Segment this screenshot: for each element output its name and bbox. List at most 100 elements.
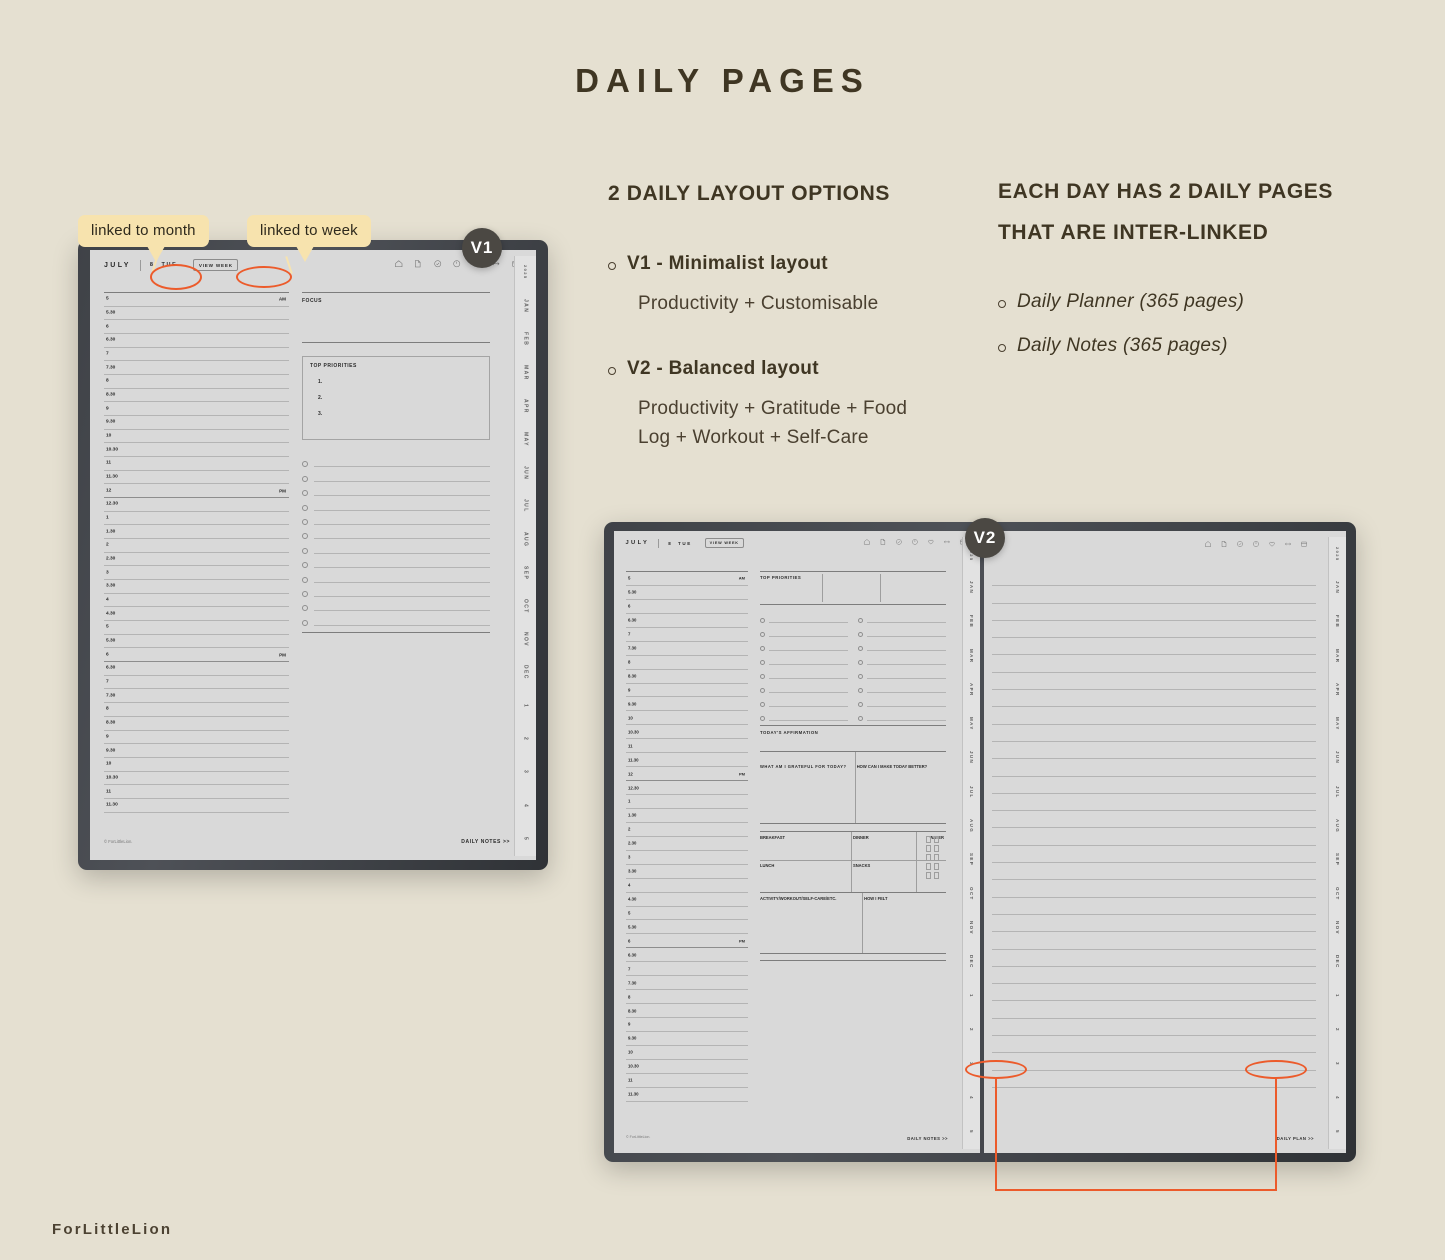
task-row[interactable]: [302, 597, 490, 612]
task-row[interactable]: [302, 611, 490, 626]
checkbox-icon[interactable]: [302, 619, 308, 626]
checkbox-icon[interactable]: [302, 547, 308, 554]
arrows-icon[interactable]: [943, 538, 951, 546]
water-tracker[interactable]: [918, 834, 946, 879]
note-line[interactable]: [992, 1019, 1316, 1037]
task-row[interactable]: [760, 665, 848, 679]
water-checkbox-icon[interactable]: [925, 872, 931, 879]
v1-side-month-tabs[interactable]: 2025 JAN FEB MAR APR MAY JUN JUL AUG SEP OCT NOV DEC…: [514, 256, 536, 856]
time-row[interactable]: 10.30: [104, 443, 289, 458]
task-row[interactable]: [302, 511, 490, 525]
clock-icon[interactable]: [452, 259, 462, 269]
month-tab-jul[interactable]: JUL: [1335, 775, 1340, 809]
note-line[interactable]: [992, 967, 1316, 985]
time-row[interactable]: 10: [104, 430, 289, 444]
task-row[interactable]: [858, 637, 946, 651]
task-row[interactable]: [760, 609, 848, 623]
time-row[interactable]: 4.30: [626, 893, 748, 907]
month-tab-5[interactable]: 5: [1335, 1115, 1340, 1149]
time-row[interactable]: 10.30: [104, 772, 289, 786]
checkbox-icon[interactable]: [858, 646, 863, 651]
month-tab-3[interactable]: 3: [1335, 1047, 1340, 1081]
note-line[interactable]: [992, 880, 1316, 898]
note-line[interactable]: [992, 586, 1316, 604]
task-row[interactable]: [760, 651, 848, 665]
time-row[interactable]: 4.30: [104, 607, 289, 622]
task-row[interactable]: [302, 467, 490, 482]
time-row[interactable]: 11: [104, 785, 289, 799]
note-line[interactable]: [992, 984, 1316, 1002]
task-row[interactable]: [302, 583, 490, 597]
time-row[interactable]: 11: [626, 739, 748, 754]
month-tab-2[interactable]: 2: [969, 1013, 974, 1047]
checkbox-icon[interactable]: [302, 590, 308, 597]
time-row[interactable]: 8.30: [104, 717, 289, 731]
time-row[interactable]: 2: [626, 823, 748, 837]
note-line[interactable]: [992, 759, 1316, 777]
time-row[interactable]: 2.30: [626, 837, 748, 851]
month-tab-jan[interactable]: JAN: [969, 571, 974, 605]
month-tab-aug[interactable]: AUG: [969, 809, 974, 843]
note-line[interactable]: [992, 742, 1316, 760]
month-tab-mar[interactable]: MAR: [523, 356, 529, 389]
checkbox-icon[interactable]: [760, 632, 765, 637]
page-icon[interactable]: [879, 538, 887, 546]
note-line[interactable]: [992, 828, 1316, 846]
task-row[interactable]: [302, 539, 490, 554]
water-checkbox-icon[interactable]: [933, 854, 939, 861]
time-row[interactable]: 6: [104, 320, 289, 335]
task-row[interactable]: [858, 609, 946, 623]
task-row[interactable]: [302, 453, 490, 468]
top-priorities-box[interactable]: TOP PRIORITIES 1. 2. 3.: [302, 356, 490, 440]
note-line[interactable]: [992, 621, 1316, 639]
task-row[interactable]: [302, 496, 490, 511]
note-line[interactable]: [992, 950, 1316, 967]
time-row[interactable]: 1.30: [104, 525, 289, 540]
v1-footer-daily-notes-link[interactable]: DAILY NOTES >>: [461, 839, 510, 845]
time-row[interactable]: 9: [626, 1018, 748, 1032]
water-checkbox-icon[interactable]: [925, 863, 931, 870]
note-line[interactable]: [992, 690, 1316, 708]
time-row[interactable]: 6.30: [104, 334, 289, 348]
time-row[interactable]: 6.30: [104, 662, 289, 676]
note-line[interactable]: [992, 863, 1316, 881]
month-tab-may[interactable]: MAY: [523, 423, 529, 456]
header-month[interactable]: JULY: [625, 540, 649, 546]
time-row[interactable]: 11.30: [626, 753, 748, 768]
note-line[interactable]: [992, 655, 1316, 673]
time-row[interactable]: 6.30: [626, 614, 748, 628]
checkbox-icon[interactable]: [858, 674, 863, 679]
check-circle-icon[interactable]: [895, 538, 903, 546]
time-row[interactable]: 12.30: [626, 781, 748, 795]
checkbox-icon[interactable]: [760, 702, 765, 707]
time-row[interactable]: 8.30: [104, 389, 289, 403]
checkbox-icon[interactable]: [760, 660, 765, 665]
month-tab-apr[interactable]: APR: [969, 673, 974, 707]
checkbox-icon[interactable]: [760, 716, 765, 721]
home-icon[interactable]: [394, 259, 404, 269]
time-row[interactable]: 11.30: [104, 799, 289, 813]
calendar-icon[interactable]: [1300, 540, 1308, 548]
checkbox-icon[interactable]: [760, 646, 765, 651]
note-line[interactable]: [992, 777, 1316, 794]
time-row[interactable]: 5 AM: [104, 293, 289, 307]
month-tab-4[interactable]: 4: [523, 789, 529, 822]
water-checkbox-icon[interactable]: [925, 845, 931, 852]
month-tab-2[interactable]: 2: [1335, 1013, 1340, 1047]
month-tab-mar[interactable]: MAR: [969, 639, 974, 673]
month-tab-feb[interactable]: FEB: [523, 323, 529, 356]
page-icon[interactable]: [1220, 540, 1228, 548]
checkbox-icon[interactable]: [302, 475, 308, 482]
activity-grid[interactable]: ACTIVITY/WORKOUT/SELF-CARE/ETC. HOW I FE…: [760, 893, 946, 953]
task-row[interactable]: [858, 651, 946, 665]
time-row[interactable]: 8: [626, 656, 748, 670]
checkbox-icon[interactable]: [858, 716, 863, 721]
task-row[interactable]: [760, 707, 848, 721]
v2-footer-daily-notes-link[interactable]: DAILY NOTES >>: [907, 1136, 948, 1141]
time-row[interactable]: 5.30: [626, 586, 748, 600]
checkbox-icon[interactable]: [760, 688, 765, 693]
time-row[interactable]: 5.30: [104, 307, 289, 321]
water-checkbox-icon[interactable]: [933, 836, 939, 843]
clock-icon[interactable]: [911, 538, 919, 546]
task-row[interactable]: [760, 679, 848, 693]
